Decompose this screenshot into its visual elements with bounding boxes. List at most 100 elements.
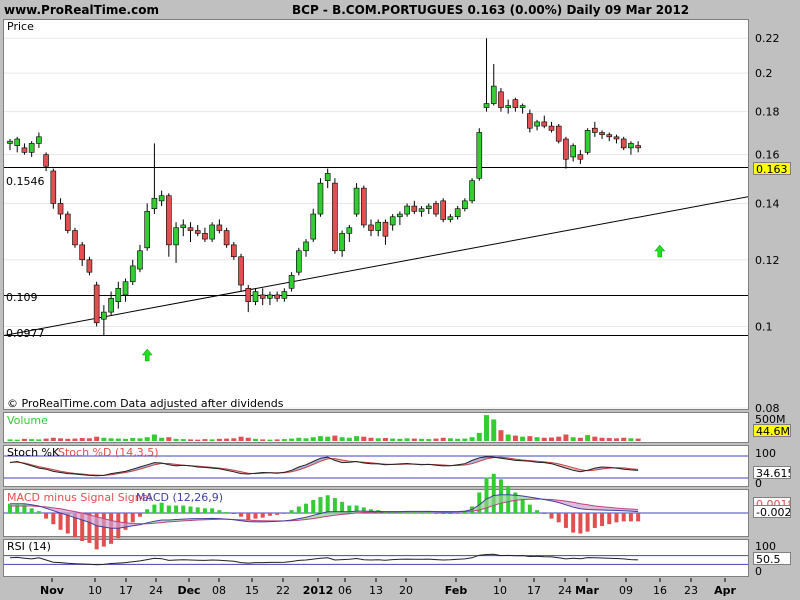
volume-bar	[94, 436, 100, 441]
volume-bar	[21, 438, 27, 441]
volume-bar	[397, 438, 403, 441]
candle-body	[21, 147, 28, 153]
candle-body	[64, 213, 71, 231]
macd-hist-label: MACD minus Signal Signal	[7, 491, 152, 504]
volume-bar	[498, 430, 504, 441]
macd-hist-bar	[195, 507, 200, 513]
volume-bar	[332, 435, 338, 441]
x-axis-label: 20	[399, 584, 413, 597]
volume-bar	[585, 435, 591, 441]
candle-body	[324, 173, 331, 181]
candle-body	[209, 224, 215, 240]
macd-hist-bar	[585, 513, 590, 532]
macd-hist-bar	[542, 513, 547, 514]
volume-bar	[159, 437, 165, 441]
candle-body	[245, 287, 252, 303]
stoch-d-line	[10, 456, 639, 476]
chart-canvas: 0.080.10.120.140.160.180.20.22Nov 10 17 24 D…	[4, 32, 780, 597]
macd-label: MACD (12,26,9)	[136, 491, 224, 504]
candle-body	[14, 138, 21, 146]
x-axis-label: 10	[493, 584, 507, 597]
candle-body	[512, 99, 519, 108]
x-axis-label: Nov	[40, 584, 65, 597]
price-tick-label: 0.1	[755, 320, 773, 333]
macd-hist-bar	[29, 508, 34, 513]
volume-bar	[123, 438, 129, 441]
macd-hist-bar	[224, 512, 229, 514]
macd-hist-bar	[318, 497, 323, 513]
candle-body	[375, 221, 382, 231]
volume-bar	[469, 437, 475, 441]
macd-hist-bar	[426, 512, 431, 514]
volume-bar	[447, 438, 453, 441]
candle-body	[231, 244, 237, 258]
macd-hist-bar	[166, 505, 171, 513]
volume-bar	[166, 437, 172, 441]
candle-body	[570, 145, 576, 158]
volume-bar	[491, 419, 497, 441]
macd-hist-bar	[405, 512, 410, 514]
x-axis-label: 09	[619, 584, 633, 597]
volume-bar	[252, 438, 258, 441]
candle-body	[288, 275, 295, 289]
rsi-badge: 50.5	[753, 552, 791, 565]
current-price-badge: 0.163	[753, 162, 791, 175]
macd-hist-bar	[419, 512, 424, 514]
macd-hist-bar	[159, 502, 164, 513]
candle-body	[7, 140, 13, 144]
candle-body	[476, 132, 483, 179]
volume-bar	[281, 439, 287, 441]
macd-hist-bar	[614, 513, 619, 523]
candle-body	[223, 230, 230, 246]
macd-hist-bar	[137, 513, 142, 517]
x-axis-label: 24	[149, 584, 163, 597]
volume-bar	[317, 436, 323, 441]
volume-bar	[130, 438, 136, 441]
volume-bar	[173, 438, 179, 441]
macd-hist-bar	[275, 513, 280, 515]
volume-bar	[570, 437, 576, 441]
price-tick-label: 0.22	[755, 32, 780, 45]
candle-body	[462, 200, 468, 210]
volume-bar	[621, 437, 627, 441]
volume-bar	[224, 438, 230, 441]
volume-bar	[346, 437, 352, 441]
candle-body	[28, 143, 35, 153]
candle-body	[563, 138, 569, 160]
macd-hist-bar	[621, 513, 626, 522]
candle-body	[93, 284, 100, 324]
macd-hist-bar	[491, 473, 496, 513]
macd-hist-bar	[448, 513, 453, 514]
price-tick-label: 0.12	[755, 254, 780, 267]
candle-body	[180, 224, 187, 229]
candle-body	[57, 203, 64, 215]
copyright-note: © ProRealTime.com Data adjusted after di…	[7, 397, 284, 410]
macd-hist-bar	[210, 508, 215, 513]
macd-hist-bar	[202, 508, 207, 513]
price-tick-label: 0.18	[755, 106, 780, 119]
macd-hist-bar	[296, 506, 301, 513]
candle-body	[534, 121, 540, 127]
candle-body	[382, 221, 389, 237]
volume-bar	[209, 439, 215, 441]
candle-body	[79, 244, 85, 261]
candle-body	[101, 311, 107, 320]
macd-hist-bar	[145, 509, 150, 513]
macd-hist-bar	[325, 495, 330, 513]
macd-hist-bar	[592, 513, 597, 528]
x-axis-label: 08	[212, 584, 226, 597]
macd-hist-bar	[188, 506, 193, 513]
candle-body	[404, 205, 410, 215]
price-tick-label: 0.16	[755, 149, 780, 162]
macd-hist-bar	[520, 499, 525, 513]
candle-body	[317, 182, 324, 215]
support-arrow-icon	[141, 348, 153, 362]
stoch-k-label: Stoch %K	[7, 446, 60, 459]
trendline	[4, 196, 748, 336]
volume-bar	[65, 438, 71, 441]
volume-bar	[484, 415, 490, 441]
candle-body	[166, 195, 172, 246]
volume-bar	[325, 436, 331, 441]
macd-hist-bar	[239, 513, 244, 517]
candle-body	[36, 136, 42, 144]
